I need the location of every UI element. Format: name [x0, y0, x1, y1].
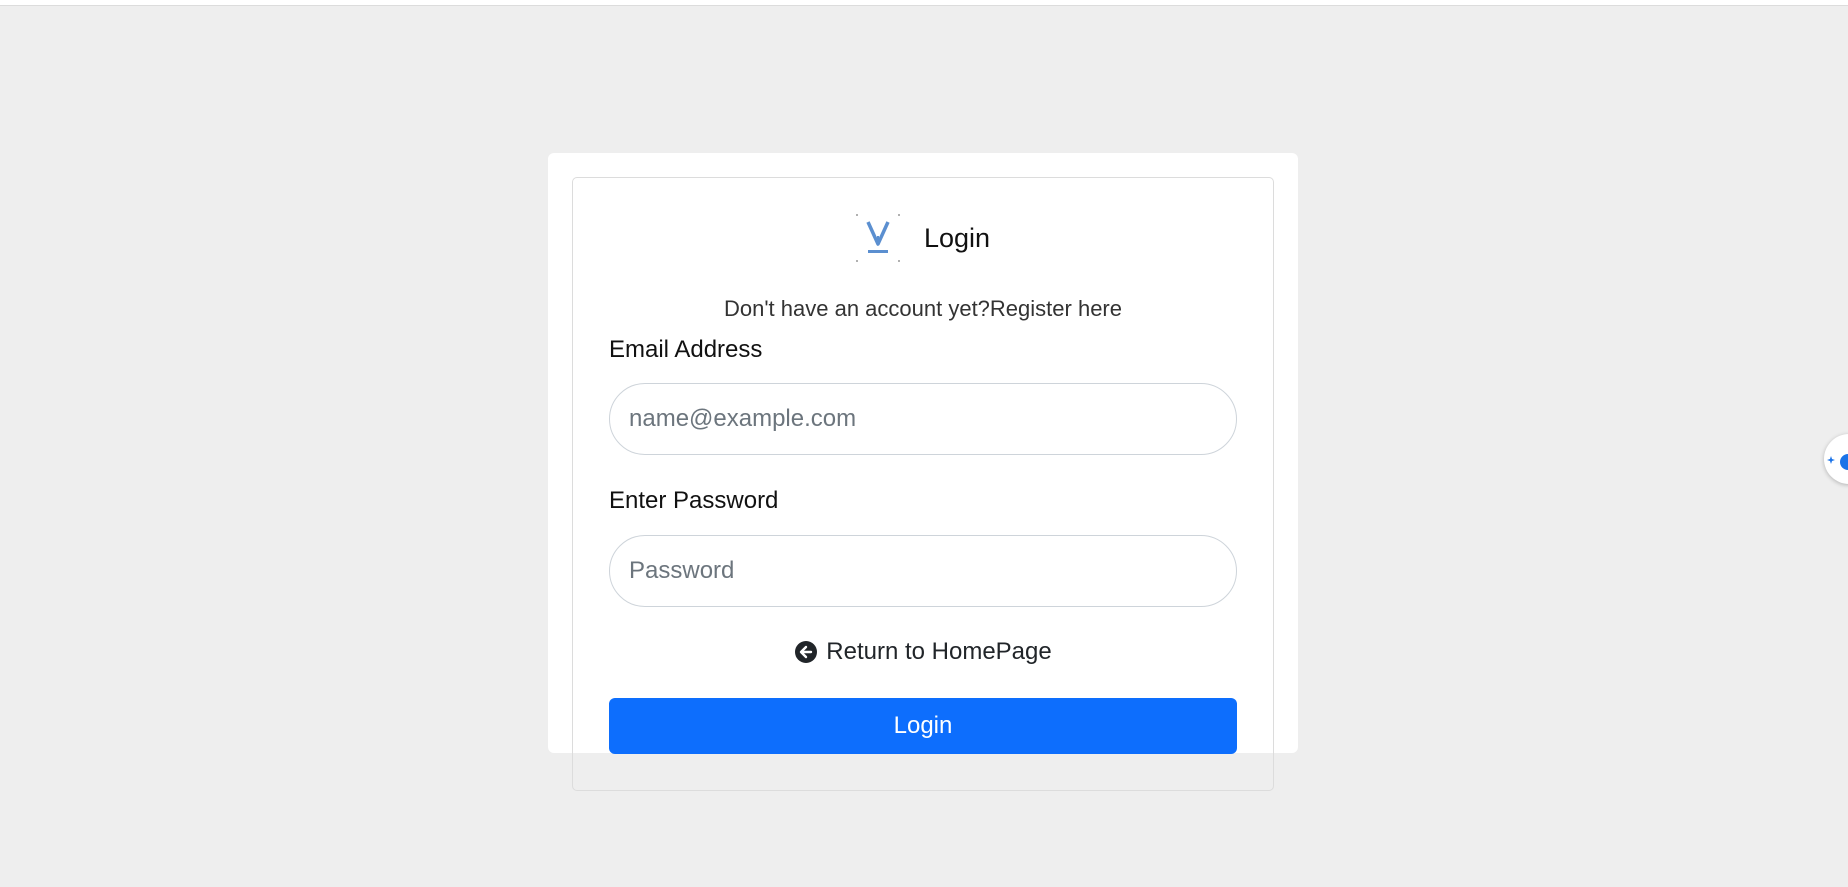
login-header: Login: [854, 212, 990, 264]
return-homepage-link[interactable]: Return to HomePage: [572, 638, 1274, 666]
password-input[interactable]: [609, 535, 1237, 607]
assistant-widget-button[interactable]: [1824, 434, 1848, 484]
register-link[interactable]: Register here: [990, 296, 1122, 321]
email-label: Email Address: [609, 336, 763, 363]
assistant-sparkle-icon: [1824, 434, 1848, 484]
top-bar-edge: [0, 0, 1848, 6]
v-logo-icon: [854, 212, 902, 264]
register-prompt-text: Don't have an account yet?: [723, 296, 990, 321]
login-button[interactable]: Login: [609, 698, 1237, 754]
arrow-left-circle-icon: [794, 640, 818, 664]
page-title: Login: [924, 222, 991, 253]
password-label: Enter Password: [609, 487, 779, 514]
return-homepage-label: Return to HomePage: [826, 638, 1052, 665]
register-prompt: Don't have an account yet?Register here: [572, 296, 1274, 322]
email-input[interactable]: [609, 383, 1237, 455]
